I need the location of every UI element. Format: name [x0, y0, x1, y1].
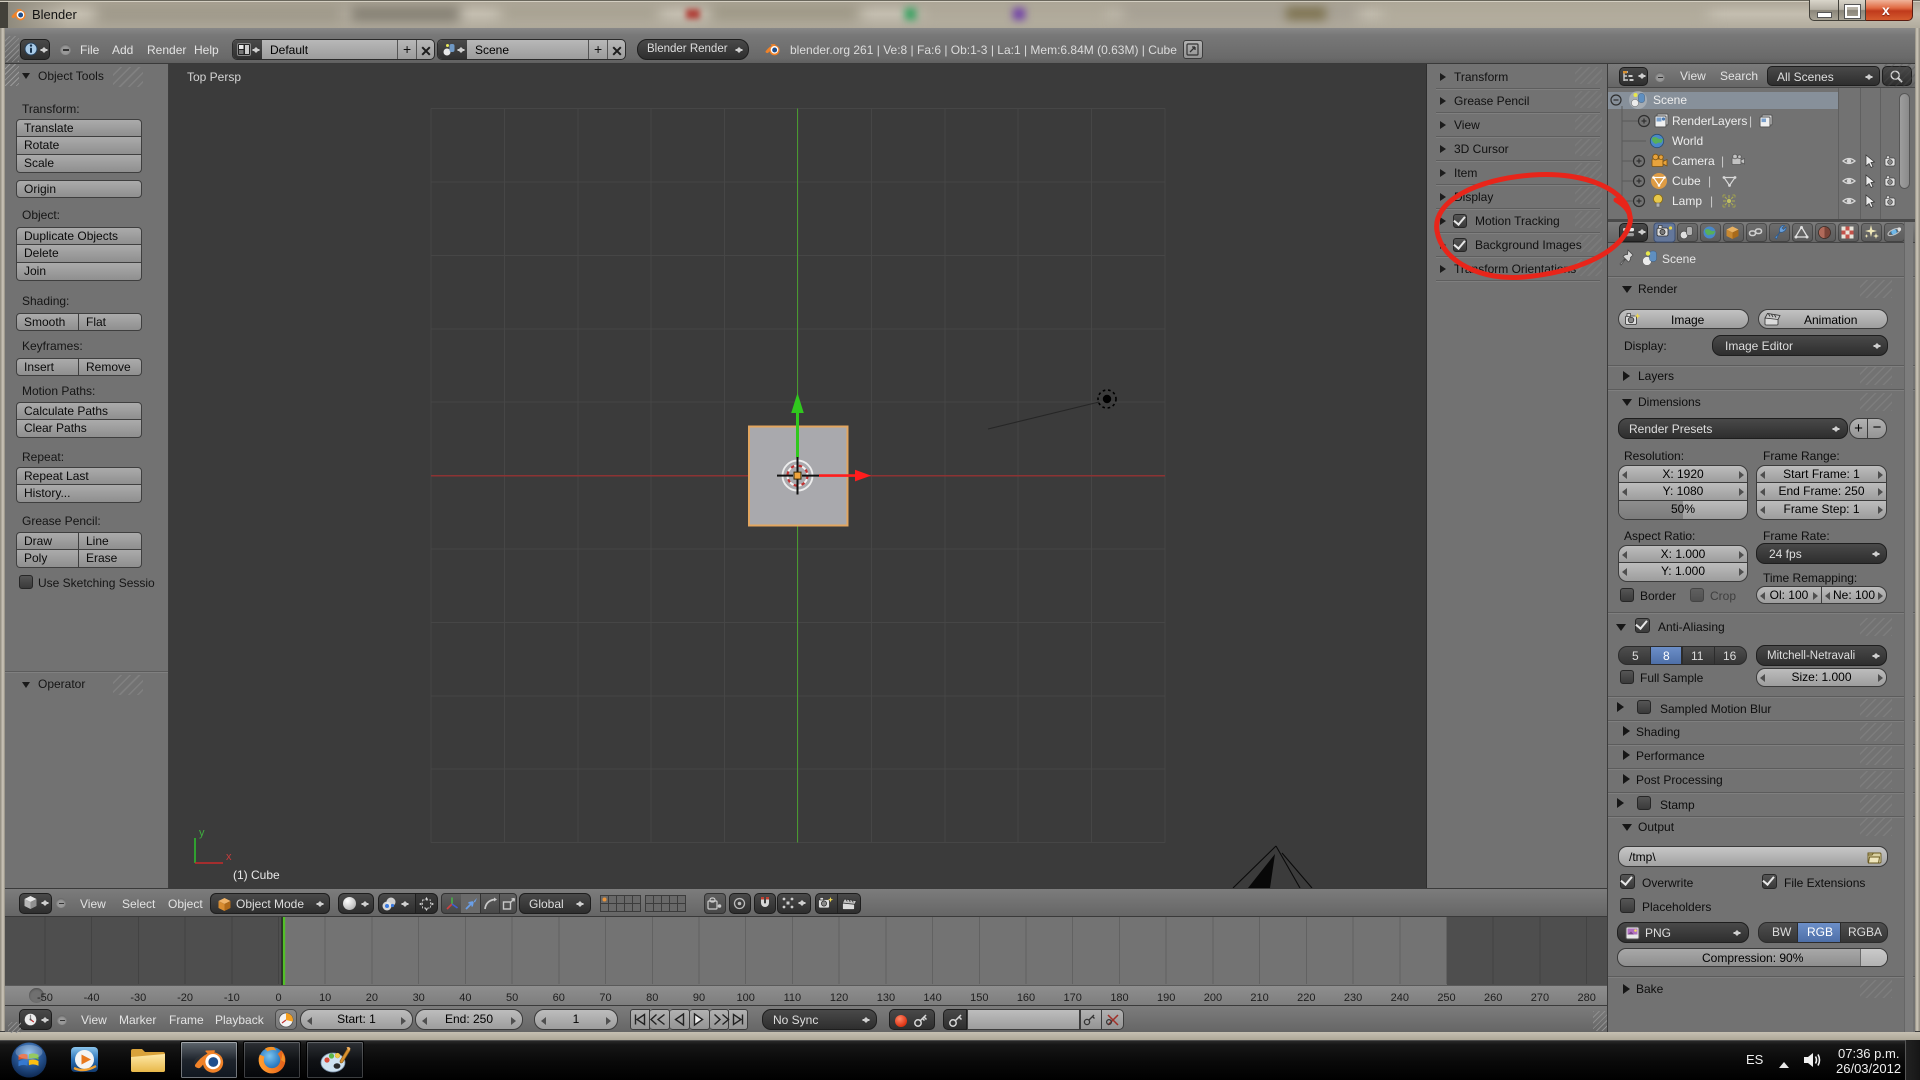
svg-text:World: World [1672, 134, 1703, 148]
svg-text:70: 70 [599, 992, 611, 1004]
svg-text:|: | [1749, 114, 1752, 128]
svg-text:x: x [226, 851, 232, 863]
svg-text:-40: -40 [84, 992, 100, 1004]
svg-text:50: 50 [506, 992, 518, 1004]
svg-text:90: 90 [693, 992, 705, 1004]
svg-text:160: 160 [1017, 992, 1035, 1004]
svg-text:200: 200 [1204, 992, 1222, 1004]
svg-text:80: 80 [646, 992, 658, 1004]
svg-text:210: 210 [1250, 992, 1268, 1004]
svg-text:140: 140 [923, 992, 941, 1004]
svg-text:100: 100 [737, 992, 755, 1004]
svg-text:110: 110 [784, 992, 802, 1004]
svg-text:Cube: Cube [1672, 174, 1701, 188]
svg-text:-20: -20 [177, 992, 193, 1004]
svg-text:130: 130 [877, 992, 895, 1004]
svg-text:220: 220 [1297, 992, 1315, 1004]
svg-text:150: 150 [970, 992, 988, 1004]
svg-text:170: 170 [1064, 992, 1082, 1004]
svg-text:180: 180 [1110, 992, 1128, 1004]
svg-text:10: 10 [319, 992, 331, 1004]
svg-text:|: | [1708, 174, 1711, 188]
svg-text:280: 280 [1578, 992, 1596, 1004]
svg-text:Lamp: Lamp [1672, 194, 1702, 208]
svg-text:Camera: Camera [1672, 154, 1715, 168]
svg-text:RenderLayers: RenderLayers [1672, 114, 1747, 128]
svg-text:|: | [1710, 194, 1713, 208]
svg-text:120: 120 [830, 992, 848, 1004]
svg-text:-30: -30 [130, 992, 146, 1004]
svg-text:Scene: Scene [1662, 252, 1696, 266]
svg-text:260: 260 [1484, 992, 1502, 1004]
svg-text:|: | [1721, 154, 1724, 168]
svg-text:20: 20 [366, 992, 378, 1004]
svg-text:230: 230 [1344, 992, 1362, 1004]
svg-text:(1) Cube: (1) Cube [233, 868, 280, 882]
svg-text:-50: -50 [37, 992, 53, 1004]
svg-text:Scene: Scene [1653, 93, 1687, 107]
svg-text:270: 270 [1531, 992, 1549, 1004]
svg-text:240: 240 [1391, 992, 1409, 1004]
svg-text:Top Persp: Top Persp [187, 70, 241, 84]
svg-text:-10: -10 [224, 992, 240, 1004]
svg-text:60: 60 [553, 992, 565, 1004]
svg-text:250: 250 [1437, 992, 1455, 1004]
svg-text:40: 40 [459, 992, 471, 1004]
svg-text:y: y [199, 827, 205, 839]
svg-text:30: 30 [413, 992, 425, 1004]
svg-text:190: 190 [1157, 992, 1175, 1004]
svg-text:0: 0 [275, 992, 281, 1004]
